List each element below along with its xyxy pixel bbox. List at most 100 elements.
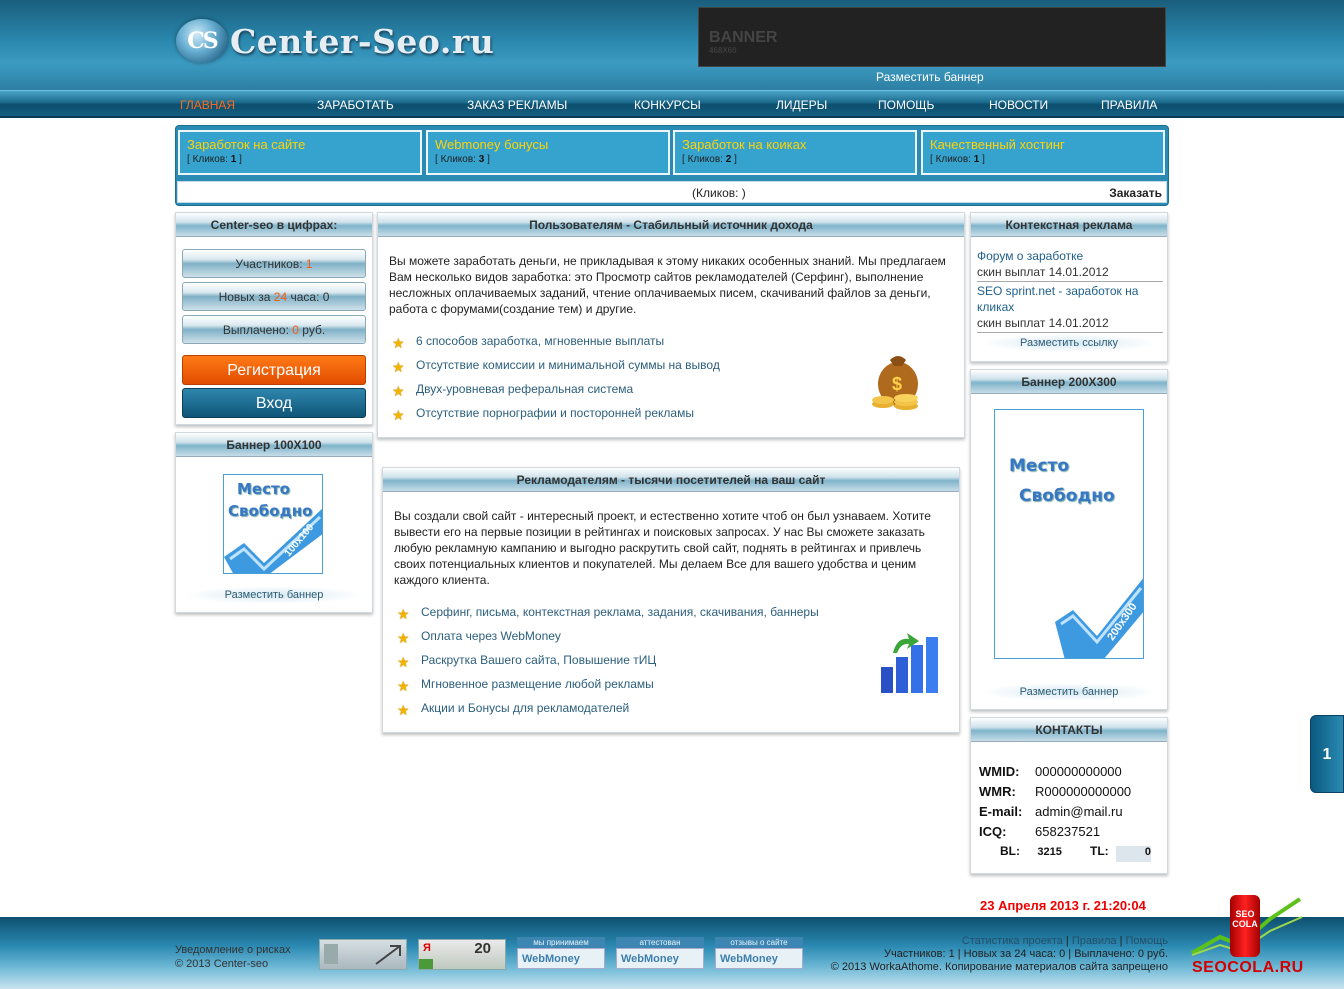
top-link-4[interactable]: Качественный хостинг [ Кликов: 1 ] — [921, 130, 1165, 175]
register-button[interactable]: Регистрация — [182, 355, 366, 385]
contact-row: WMR: R000000000000 — [979, 784, 1132, 799]
nav-news[interactable]: НОВОСТИ — [989, 98, 1048, 112]
top-link-clicks: [ Кликов: 1 ] — [930, 154, 985, 165]
login-button[interactable]: Вход — [182, 388, 366, 418]
nav-home[interactable]: ГЛАВНАЯ — [180, 98, 235, 112]
stats-title: Center-seo в цифрах: — [176, 213, 372, 237]
top-link-title[interactable]: Заработок на сайте — [187, 137, 413, 152]
context-panel: Контекстная реклама Форум о заработке ск… — [970, 212, 1168, 362]
list-item: ★ Оплата через WebMoney — [397, 629, 561, 646]
context-link[interactable]: SEO sprint.net - заработок на кликах — [977, 284, 1138, 314]
place-banner100-link[interactable]: Разместить баннер — [184, 586, 364, 604]
top-links-bottom-row: (Кликов: ) Заказать — [177, 181, 1167, 203]
yandex-counter-badge[interactable]: Я 20 — [418, 939, 506, 970]
list-item: ★ 6 способов заработка, мгновенные выплат… — [392, 334, 665, 351]
top-link-clicks: [ Кликов: 1 ] — [187, 154, 242, 165]
logo-text: Center-Seo.ru — [230, 21, 495, 61]
place-banner200-link[interactable]: Разместить баннер — [979, 683, 1159, 701]
star-icon: ★ — [392, 383, 405, 399]
list-item: Форум о заработке скин выплат 14.01.2012 — [977, 248, 1163, 282]
top-link-2[interactable]: Webmoney бонусы [ Кликов: 3 ] — [426, 130, 670, 175]
banner-title: BANNER — [709, 29, 778, 46]
advertisers-list: ★ Серфинг, письма, контекстная реклама, з… — [397, 604, 819, 724]
star-icon: ★ — [392, 335, 405, 351]
place-link-button[interactable]: Разместить ссылку — [979, 334, 1159, 352]
banner200-title: Баннер 200X300 — [971, 370, 1167, 394]
banner-200x300[interactable]: Место Свободно 200x300 — [994, 409, 1144, 659]
order-link[interactable]: Заказать — [1109, 186, 1162, 200]
top-link-clicks: [ Кликов: 2 ] — [682, 154, 737, 165]
footer-stats: Участников: 1 | Новых за 24 часа: 0 | Вы… — [883, 948, 1168, 960]
banner-100x100[interactable]: Место Свободно 100x100 — [223, 474, 323, 574]
counter-badge-1[interactable] — [319, 939, 407, 970]
footer-copyright-right: © 2013 WorkaAthome. Копирование материал… — [830, 961, 1168, 973]
nav-leaders[interactable]: ЛИДЕРЫ — [776, 98, 827, 112]
tl-counter: TL: 0 — [1090, 844, 1151, 862]
webmoney-reviews-badge[interactable]: отзывы о сайте WebMoney — [715, 937, 803, 969]
footer-link-rules[interactable]: Правила — [1072, 935, 1117, 947]
context-title: Контекстная реклама — [971, 213, 1167, 237]
contact-row: E-mail: admin@mail.ru — [979, 804, 1123, 819]
star-icon: ★ — [392, 359, 405, 375]
banner100-panel: Баннер 100X100 Место Свободно 100x100 Ра… — [175, 432, 373, 613]
banner200-panel: Баннер 200X300 Место Свободно 200x300 Ра… — [970, 369, 1168, 710]
advertisers-title: Рекламодателям - тысячи посетителей на в… — [383, 468, 959, 492]
contacts-title: КОНТАКТЫ — [971, 718, 1167, 742]
stats-panel: Center-seo в цифрах: Участников: 1 Новых… — [175, 212, 373, 425]
advertisers-panel: Рекламодателям - тысячи посетителей на в… — [382, 467, 960, 733]
banner-size: 468X60 — [709, 46, 737, 55]
header: CS Center-Seo.ru BANNER 468X60 Разместит… — [0, 0, 1344, 90]
place-banner-link[interactable]: Разместить баннер — [876, 70, 984, 84]
webmoney-attested-badge[interactable]: аттестован WebMoney — [616, 937, 704, 969]
nav-order-ads[interactable]: ЗАКАЗ РЕКЛАМЫ — [467, 98, 567, 112]
stat-paid: Выплачено: 0 руб. — [182, 315, 366, 344]
top-link-3[interactable]: Заработок на коиках [ Кликов: 2 ] — [673, 130, 917, 175]
growth-chart-icon — [881, 633, 938, 693]
site-logo[interactable]: CS Center-Seo.ru — [176, 16, 494, 66]
footer-copyright: © 2013 Center-seo — [175, 958, 269, 970]
star-icon: ★ — [397, 654, 410, 670]
top-link-title[interactable]: Заработок на коиках — [682, 137, 908, 152]
list-item: SEO sprint.net - заработок на кликах ски… — [977, 283, 1163, 333]
webmoney-accept-badge[interactable]: мы принимаем WebMoney — [517, 937, 605, 969]
nav-help[interactable]: ПОМОЩЬ — [878, 98, 934, 112]
users-text: Вы можете заработать деньги, не приклады… — [389, 254, 946, 316]
users-title: Пользователям - Стабильный источник дохо… — [378, 213, 964, 237]
risk-notice-link[interactable]: Уведомление о рисках — [175, 944, 291, 956]
seocola-text: SEOCOLA.RU — [1192, 959, 1304, 976]
list-item: ★ Раскрутка Вашего сайта, Повышение тИЦ — [397, 653, 657, 670]
seocola-logo[interactable]: SEO COLA SEOCOLA.RU — [1190, 893, 1310, 983]
top-link-1[interactable]: Заработок на сайте [ Кликов: 1 ] — [178, 130, 422, 175]
side-tab[interactable]: 1 — [1310, 715, 1344, 793]
contacts-panel: КОНТАКТЫ WMID: 000000000000 WMR: R00000000… — [970, 717, 1168, 874]
nav-contests[interactable]: КОНКУРСЫ — [634, 98, 701, 112]
seocola-can: SEO COLA — [1230, 895, 1260, 957]
top-banner-468x60[interactable]: BANNER 468X60 — [698, 7, 1166, 67]
svg-text:$: $ — [892, 374, 902, 394]
list-item: ★ Серфинг, письма, контекстная реклама, з… — [397, 605, 819, 622]
list-item: ★ Двух-уровневая реферальная система — [392, 382, 634, 399]
top-link-title[interactable]: Качественный хостинг — [930, 137, 1156, 152]
banner100-title: Баннер 100X100 — [176, 433, 372, 457]
list-item: ★ Акции и Бонусы для рекламодателей — [397, 701, 630, 718]
nav-rules[interactable]: ПРАВИЛА — [1101, 98, 1157, 112]
advertisers-text: Вы создали свой сайт - интересный проект… — [394, 509, 931, 587]
star-icon: ★ — [397, 678, 410, 694]
money-bag-icon: $ — [872, 356, 918, 410]
users-list: ★ 6 способов заработка, мгновенные выплат… — [392, 333, 720, 429]
footer-link-help[interactable]: Помощь — [1126, 935, 1169, 947]
star-icon: ★ — [392, 407, 405, 423]
top-link-title[interactable]: Webmoney бонусы — [435, 137, 661, 152]
contact-row: ICQ: 658237521 — [979, 824, 1101, 839]
top-link-clicks: [ Кликов: 3 ] — [435, 154, 490, 165]
stat-members: Участников: 1 — [182, 249, 366, 278]
stat-new: Новых за 24 часа: 0 — [182, 282, 366, 311]
footer-link-stats[interactable]: Статистика проекта — [962, 935, 1063, 947]
contacts-list: WMID: 000000000000 WMR: R000000000000 E-ma… — [979, 762, 1131, 842]
nav-earn[interactable]: ЗАРАБОТАТЬ — [317, 98, 394, 112]
logo-mark-icon: CS — [176, 19, 228, 63]
star-icon: ★ — [397, 630, 410, 646]
list-item: ★ Отсутствие порнографии и посторонней ре… — [392, 406, 694, 423]
contact-row: WMID: 000000000000 — [979, 764, 1122, 779]
context-link[interactable]: Форум о заработке — [977, 249, 1083, 263]
